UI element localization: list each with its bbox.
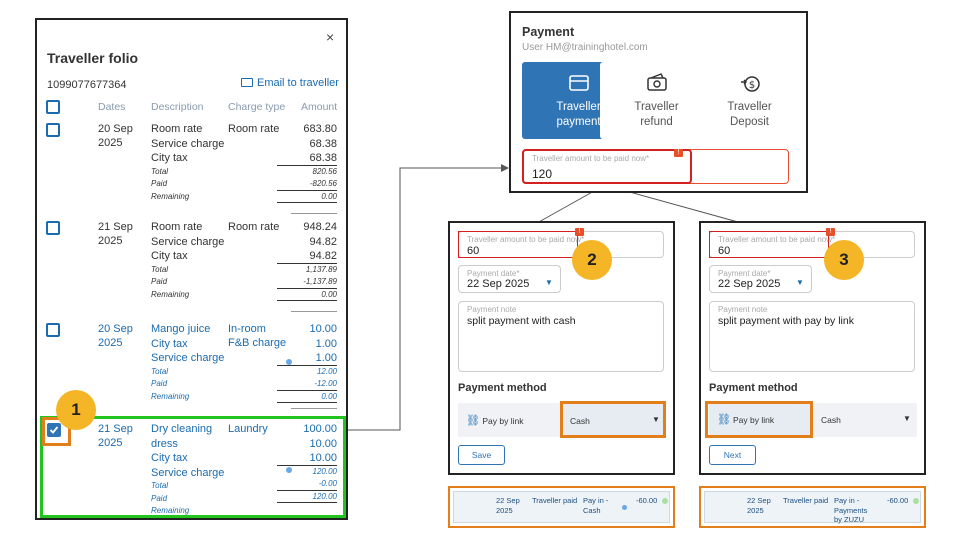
payment-user: User HM@traininghotel.com	[522, 42, 648, 53]
payment-note-textarea[interactable]: Payment note split payment with cash	[458, 301, 664, 372]
row-descriptions: Mango juice City tax Service charge Tota…	[151, 323, 225, 401]
next-button[interactable]: Next	[709, 445, 756, 465]
traveller-folio-panel: × Traveller folio 1099077677364 Email to…	[35, 18, 348, 520]
cash-payment-summary: 22 Sep 2025 Traveller paid Pay in - Cash -…	[448, 486, 675, 528]
header-charge-type: Charge type	[228, 101, 286, 113]
row-divider	[291, 311, 337, 312]
summary-method: Pay in - Payments by ZUZU	[834, 496, 868, 524]
row-amounts: 948.24 94.82 94.82 1,137.89 -1,137.89 0.…	[277, 220, 337, 301]
amount-error-outline	[709, 231, 829, 258]
row-checkbox-checked[interactable]	[47, 423, 61, 437]
cash-refund-icon	[646, 73, 667, 91]
deposit-icon: $	[740, 76, 760, 92]
row-date: 20 Sep 2025	[98, 323, 133, 349]
check-icon	[49, 426, 59, 434]
save-button[interactable]: Save	[458, 445, 505, 465]
link-payment-summary: 22 Sep 2025 Traveller paid Pay in - Paymen…	[699, 486, 926, 528]
step-badge-1: 1	[56, 390, 96, 430]
pay-by-link-highlight	[705, 401, 813, 438]
email-label: Email to traveller	[257, 77, 339, 89]
summary-amount: -60.00	[636, 496, 658, 505]
header-amount: Amount	[301, 101, 338, 113]
info-dot-icon	[622, 505, 627, 510]
header-description: Description	[151, 101, 204, 113]
summary-row: 22 Sep 2025 Traveller paid Pay in - Cash -…	[453, 491, 670, 523]
row-amounts: 100.00 10.00 10.00 120.00 -0.00 120.00	[277, 422, 337, 503]
folio-title: Traveller folio	[47, 50, 139, 66]
summary-date: 22 Sep 2025	[496, 496, 520, 515]
step-badge-2: 2	[572, 240, 612, 280]
row-amounts: 683.80 68.38 68.38 820.56 -820.56 0.00	[277, 122, 337, 203]
summary-row: 22 Sep 2025 Traveller paid Pay in - Paymen…	[704, 491, 921, 524]
chevron-down-icon: ▼	[903, 414, 911, 423]
required-icon: !	[826, 228, 835, 236]
row-checkbox[interactable]	[46, 221, 60, 235]
payment-date-select[interactable]: Payment date* 22 Sep 2025 ▼	[709, 265, 812, 293]
payment-date-select[interactable]: Payment date* 22 Sep 2025 ▼	[458, 265, 561, 293]
payment-method-title: Payment method	[458, 382, 547, 394]
row-date: 21 Sep 2025	[98, 221, 133, 247]
envelope-icon	[241, 78, 253, 87]
summary-who: Traveller paid	[532, 496, 578, 505]
row-descriptions: Room rate Service charge City tax Total …	[151, 123, 225, 201]
folio-number: 1099077677364	[47, 79, 127, 91]
summary-amount: -60.00	[887, 496, 909, 505]
link-icon: ⛓	[466, 415, 480, 427]
required-icon: !	[575, 228, 584, 236]
cash-option-highlight	[560, 401, 666, 438]
close-icon[interactable]: ×	[326, 29, 334, 45]
row-charge-type: Room rate	[228, 221, 280, 233]
required-icon: !	[674, 149, 683, 157]
row-date: 20 Sep 2025	[98, 123, 133, 149]
summary-who: Traveller paid	[783, 496, 829, 505]
row-divider	[291, 408, 337, 409]
row-divider	[291, 213, 337, 214]
row-charge-type: Room rate	[228, 123, 280, 135]
row-date: 21 Sep 2025	[98, 423, 133, 449]
summary-method: Pay in - Cash	[583, 496, 609, 515]
svg-text:$: $	[748, 80, 754, 91]
row-checkbox[interactable]	[46, 123, 60, 137]
summary-date: 22 Sep 2025	[747, 496, 771, 515]
email-to-traveller-link[interactable]: Email to traveller	[241, 77, 339, 89]
row-amounts: 10.00 1.00 1.00 12.00 -12.00 0.00	[277, 322, 337, 403]
row-checkbox[interactable]	[46, 323, 60, 337]
payment-panel: Payment User HM@traininghotel.com Travel…	[509, 11, 808, 193]
option-cash-select[interactable]: Cash ▼	[821, 414, 911, 425]
header-dates: Dates	[98, 101, 126, 113]
select-all-checkbox[interactable]	[46, 100, 60, 114]
amount-error-outline	[458, 231, 578, 258]
step-badge-3: 3	[824, 240, 864, 280]
payment-note-textarea[interactable]: Payment note split payment with pay by l…	[709, 301, 915, 372]
option-pay-by-link[interactable]: ⛓ Pay by link	[466, 414, 523, 427]
status-dot-icon	[913, 498, 919, 504]
row-descriptions: Dry cleaning dress City tax Service char…	[151, 423, 225, 515]
payment-title: Payment	[522, 25, 575, 39]
amount-input[interactable]: Traveller amount to be paid now* 120	[522, 149, 692, 184]
tile-traveller-deposit[interactable]: $ Traveller Deposit	[693, 62, 806, 139]
payment-method-title: Payment method	[709, 382, 798, 394]
row-charge-type: Laundry	[228, 423, 268, 435]
row-descriptions: Room rate Service charge City tax Total …	[151, 221, 225, 299]
chevron-down-icon: ▼	[545, 278, 553, 287]
status-dot-icon	[662, 498, 668, 504]
chevron-down-icon: ▼	[796, 278, 804, 287]
card-icon	[568, 75, 589, 91]
